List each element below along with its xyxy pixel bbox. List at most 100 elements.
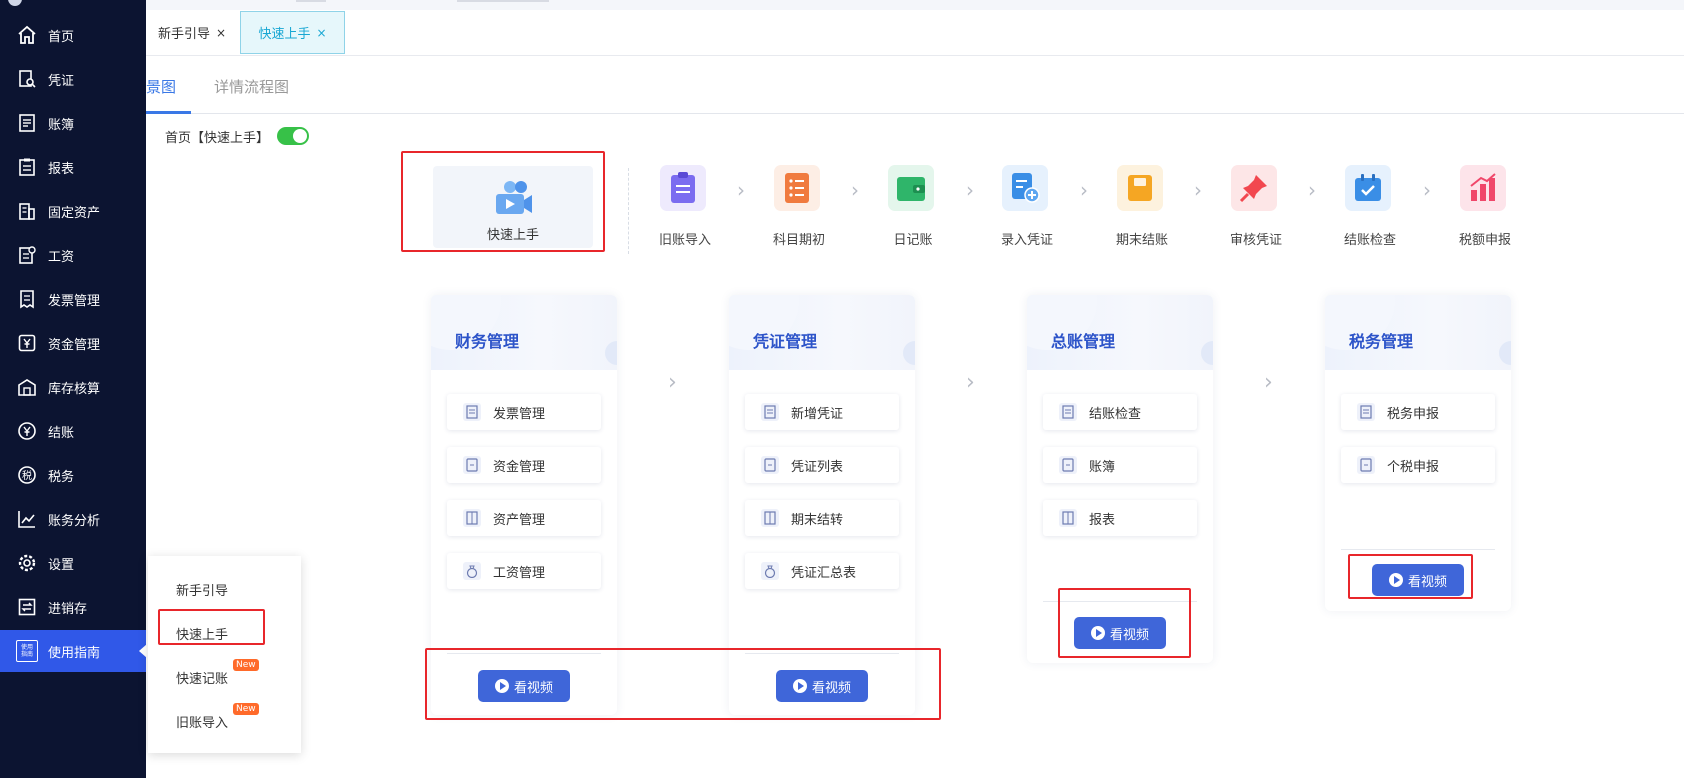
wallet-icon <box>897 177 925 201</box>
module-item[interactable]: 报表 <box>1043 500 1197 536</box>
sidebar-item-label: 进销存 <box>48 601 88 617</box>
step-closing-check[interactable] <box>1345 165 1391 211</box>
step-label: 期末结账 <box>1115 233 1168 248</box>
summary-icon <box>761 562 779 580</box>
step-label: 结账检查 <box>1343 233 1396 248</box>
step-period-end-close[interactable] <box>1117 165 1163 211</box>
sidebar-item-fixed-assets[interactable]: 固定资产 <box>0 191 146 231</box>
divider <box>628 168 630 254</box>
popup-item-old-account-import[interactable]: 旧账导入 <box>176 712 228 731</box>
popup-item-new-user-guide[interactable]: 新手引导 <box>176 580 228 599</box>
sidebar-item-inventory[interactable]: 库存核算 <box>0 367 146 407</box>
document-icon <box>1059 403 1077 421</box>
module-item[interactable]: 税务申报 <box>1341 394 1495 430</box>
sidebar-item-label: 库存核算 <box>48 381 101 397</box>
doc-add-icon <box>1012 173 1040 203</box>
step-journal[interactable] <box>888 165 934 211</box>
sidebar-item-psi[interactable]: 进销存 <box>0 587 146 627</box>
sidebar-item-report[interactable]: 报表 <box>0 147 146 187</box>
module-item[interactable]: 资产管理 <box>447 500 601 536</box>
module-item[interactable]: 发票管理 <box>447 394 601 430</box>
module-item[interactable]: 个税申报 <box>1341 447 1495 483</box>
svg-text:税: 税 <box>22 469 32 482</box>
popup-item-quick-bookkeeping[interactable]: 快速记账 <box>176 668 228 687</box>
highlight-box <box>158 609 265 645</box>
list-icon <box>785 173 809 203</box>
card-title: 财务管理 <box>455 332 520 351</box>
sidebar-item-tax[interactable]: 税 税务 <box>0 455 146 495</box>
document-icon <box>463 403 481 421</box>
toggle-switch[interactable] <box>277 127 309 145</box>
step-label: 税额申报 <box>1458 233 1511 248</box>
sidebar-item-ledger[interactable]: 账簿 <box>0 103 146 143</box>
chevron-right-icon: › <box>1308 178 1316 202</box>
building-icon <box>16 200 38 222</box>
step-review-voucher[interactable] <box>1231 165 1277 211</box>
chevron-right-icon: › <box>966 178 974 202</box>
top-indicator <box>457 0 549 2</box>
tab-new-user-guide[interactable]: 新手引导 × <box>148 11 248 54</box>
folder-icon <box>1128 175 1152 201</box>
ledger-icon <box>1059 456 1077 474</box>
sidebar-item-label: 发票管理 <box>48 293 101 309</box>
breadcrumb: 首页【快速上手】 <box>165 131 270 146</box>
module-item[interactable]: 结账检查 <box>1043 394 1197 430</box>
sidebar-item-label: 结账 <box>48 425 75 441</box>
module-item[interactable]: 凭证汇总表 <box>745 553 899 589</box>
step-opening-balance[interactable] <box>774 165 820 211</box>
sidebar-item-invoice[interactable]: 发票管理 <box>0 279 146 319</box>
document-icon <box>761 403 779 421</box>
chevron-right-icon: › <box>966 370 975 395</box>
line-chart-icon <box>16 508 38 530</box>
sidebar-item-settings[interactable]: 设置 <box>0 543 146 583</box>
step-tax-declaration[interactable] <box>1460 165 1506 211</box>
step-label: 审核凭证 <box>1229 233 1282 248</box>
bar-chart-icon <box>1470 173 1496 201</box>
chevron-right-icon: › <box>1264 370 1273 395</box>
card-title: 凭证管理 <box>753 332 818 351</box>
highlight-box <box>425 648 941 720</box>
list-icon <box>761 456 779 474</box>
module-item[interactable]: 期末结转 <box>745 500 899 536</box>
sidebar-item-label: 工资 <box>48 249 75 265</box>
report-icon <box>16 156 38 178</box>
chevron-right-icon: › <box>1080 178 1088 202</box>
module-item[interactable]: 账簿 <box>1043 447 1197 483</box>
module-item[interactable]: 资金管理 <box>447 447 601 483</box>
document-icon <box>1357 403 1375 421</box>
sidebar-item-analysis[interactable]: 账务分析 <box>0 499 146 539</box>
sidebar-item-funds[interactable]: 资金管理 <box>0 323 146 363</box>
module-item[interactable]: 工资管理 <box>447 553 601 589</box>
tab-quick-start[interactable]: 快速上手 × <box>240 11 345 54</box>
tab-divider <box>146 55 1684 56</box>
personal-tax-icon <box>1357 456 1375 474</box>
sidebar-item-salary[interactable]: 工资 <box>0 235 146 275</box>
chevron-right-icon: › <box>668 370 677 395</box>
invoice-icon <box>16 288 38 310</box>
subtab-detail-flow[interactable]: 详情流程图 <box>214 76 289 97</box>
subtab-overview[interactable]: 景图 <box>146 76 176 97</box>
module-item[interactable]: 凭证列表 <box>745 447 899 483</box>
top-indicator <box>296 0 326 2</box>
yuan-icon <box>16 332 38 354</box>
sidebar-item-guide[interactable]: 使用指南 使用指南 <box>0 630 147 672</box>
highlight-box <box>1058 588 1191 658</box>
step-old-account-import[interactable] <box>660 165 706 211</box>
close-icon[interactable]: × <box>316 26 326 40</box>
step-enter-voucher[interactable] <box>1002 165 1048 211</box>
popup-caret <box>139 644 147 658</box>
sidebar-item-home[interactable]: 首页 <box>0 15 146 55</box>
close-icon[interactable]: × <box>216 26 226 40</box>
report-icon <box>1059 509 1077 527</box>
fund-icon <box>463 456 481 474</box>
step-label: 日记账 <box>893 233 933 248</box>
sidebar-item-closing[interactable]: 结账 <box>0 411 146 451</box>
calendar-check-icon <box>1355 174 1381 201</box>
sidebar-item-label: 设置 <box>48 557 75 573</box>
tax-icon: 税 <box>16 464 38 486</box>
module-item[interactable]: 新增凭证 <box>745 394 899 430</box>
chevron-right-icon: › <box>1423 178 1431 202</box>
new-badge: New <box>233 659 259 671</box>
sidebar-item-label: 使用指南 <box>48 645 101 661</box>
sidebar-item-voucher[interactable]: 凭证 <box>0 59 146 99</box>
